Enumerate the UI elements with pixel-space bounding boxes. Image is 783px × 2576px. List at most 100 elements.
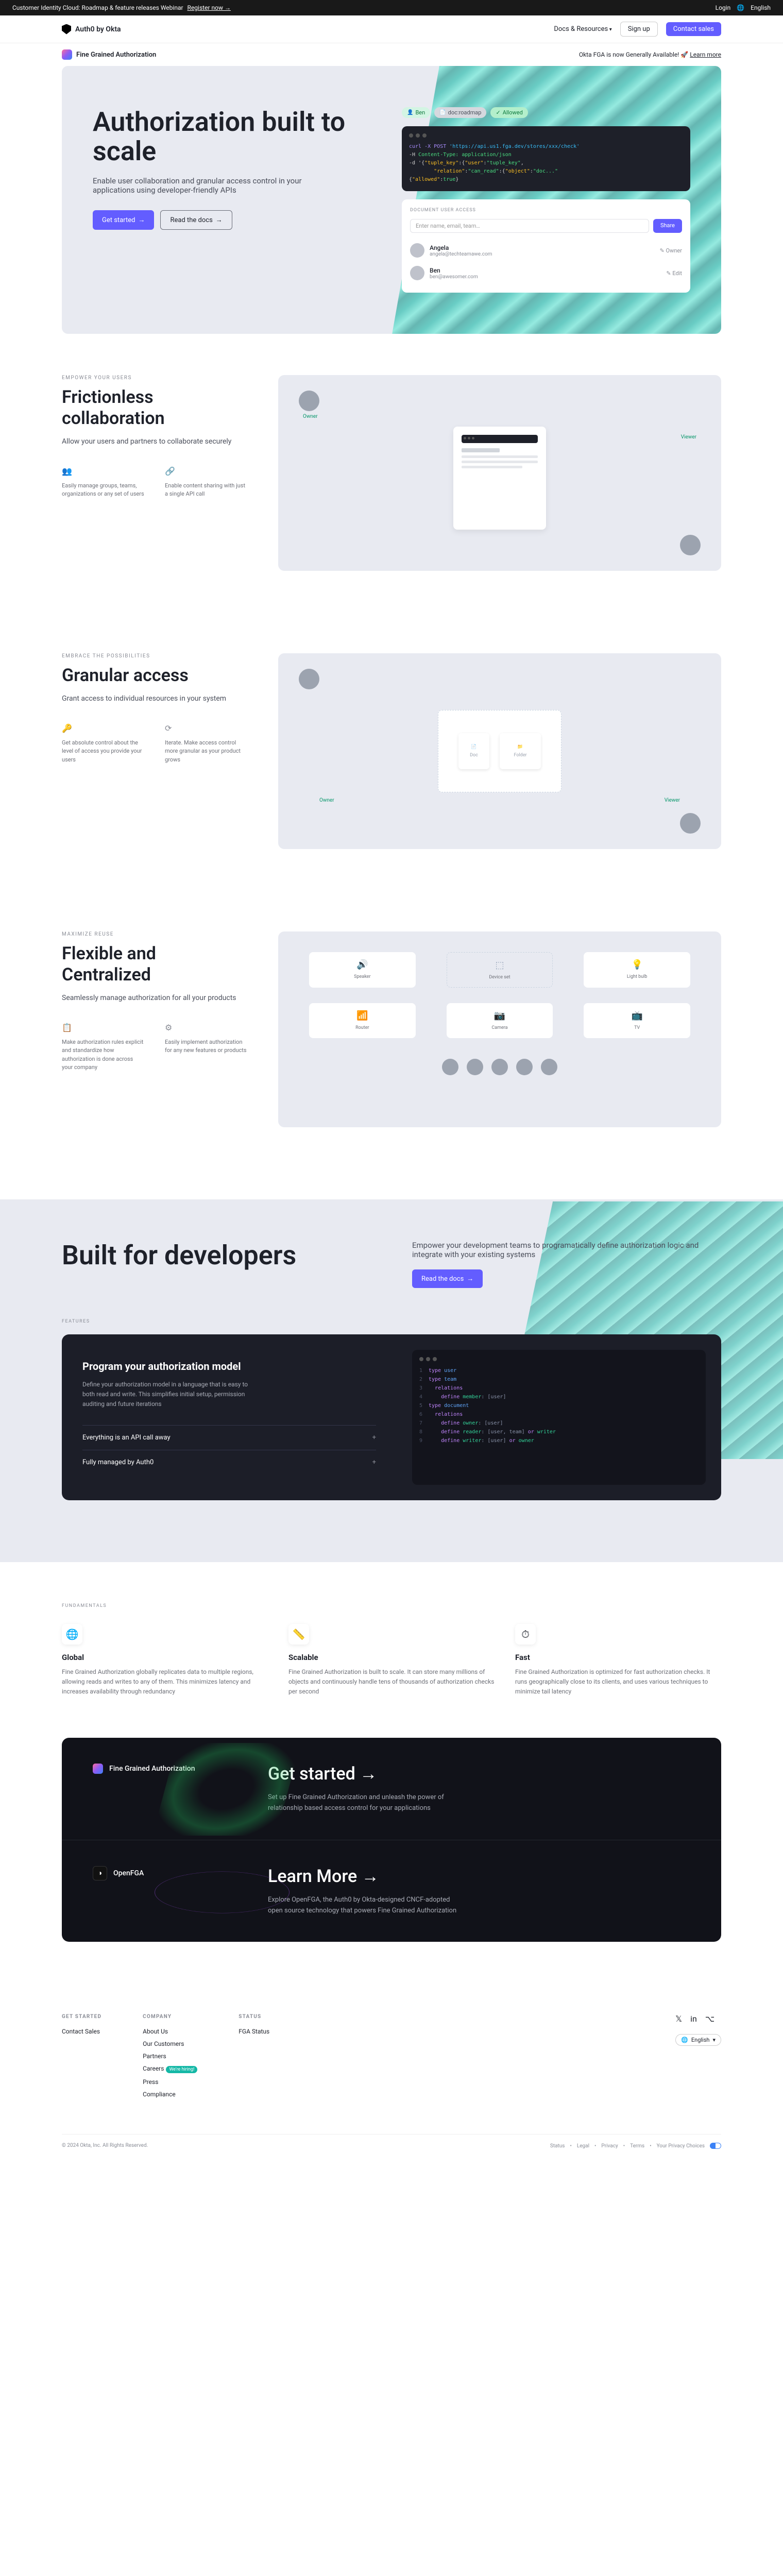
diagram-iot: 🔊Speaker ⬚Device set 💡Light bulb 📶Router… xyxy=(278,931,721,1127)
footer-status: Status FGA Status xyxy=(239,2014,269,2103)
iot-light: 💡Light bulb xyxy=(584,952,690,988)
fundamentals-section: Fundamentals 🌐 Global Fine Grained Autho… xyxy=(0,1562,783,1738)
pill-allowed: Allowed xyxy=(490,107,527,118)
folder-card: 📁Folder xyxy=(500,733,541,769)
avatar-icon xyxy=(410,243,424,258)
fund-fast: ⏱ Fast Fine Grained Authorization is opt… xyxy=(515,1624,721,1697)
iot-camera: 📷Camera xyxy=(447,1003,553,1038)
avatar-icon xyxy=(491,1059,508,1075)
avatar-owner xyxy=(299,669,319,689)
brand-text: Auth0 by Okta xyxy=(75,25,121,33)
careers-link[interactable]: CareersWe're hiring! xyxy=(143,2065,197,2073)
avatar-icon xyxy=(410,266,424,280)
read-docs-button[interactable]: Read the docs → xyxy=(160,210,232,230)
copyright: © 2024 Okta, Inc. All Rights Reserved. xyxy=(62,2143,148,2149)
login-link[interactable]: Login xyxy=(716,4,731,11)
subnav-announcement: Okta FGA is now Generally Available! 🚀 L… xyxy=(579,51,721,58)
hero-title: Authorization built to scale xyxy=(93,107,381,166)
compliance-link[interactable]: Compliance xyxy=(143,2091,197,2098)
banner-register-link[interactable]: Register now → xyxy=(188,4,231,11)
cta-get-started: Get started xyxy=(268,1764,690,1784)
docs-dropdown[interactable]: Docs & Resources xyxy=(554,25,611,33)
avatar-viewer xyxy=(680,535,701,555)
doc-card: 📄Doc xyxy=(458,733,489,769)
customers-link[interactable]: Our Customers xyxy=(143,2040,197,2047)
fga-status-link[interactable]: FGA Status xyxy=(239,2028,269,2035)
share-button[interactable]: Share xyxy=(653,219,682,233)
feature-granular: Embrace The Possibilities Granular acces… xyxy=(0,612,783,890)
language-selector[interactable]: 🌐 English ▾ xyxy=(675,2034,721,2046)
dev-title: Built for developers xyxy=(62,1241,371,1288)
fast-icon: ⏱ xyxy=(515,1624,536,1645)
privacy-link[interactable]: Privacy xyxy=(601,2143,618,2149)
about-link[interactable]: About Us xyxy=(143,2028,197,2035)
eyebrow: Maximize Reuse xyxy=(62,931,247,937)
rules-icon: 📋 xyxy=(62,1023,72,1033)
iot-device-set: ⬚Device set xyxy=(447,952,553,988)
feature-desc: Seamlessly manage authorization for all … xyxy=(62,994,247,1002)
access-card: DOCUMENT USER ACCESS Enter name, email, … xyxy=(402,199,690,293)
cta-fga[interactable]: Fine Grained Authorization Get started S… xyxy=(62,1738,721,1840)
avatar-owner xyxy=(299,391,319,411)
folder-group: 📄Doc 📁Folder xyxy=(438,710,561,792)
avatar-icon xyxy=(467,1059,483,1075)
privacy-choices-link[interactable]: Your Privacy Choices xyxy=(657,2143,705,2149)
hero-subtitle: Enable user collaboration and granular a… xyxy=(93,176,309,195)
partners-link[interactable]: Partners xyxy=(143,2053,197,2060)
dev-card: Program your authorization model Define … xyxy=(62,1334,721,1500)
search-input[interactable]: Enter name, email, team… xyxy=(410,219,649,233)
lang-label[interactable]: English xyxy=(751,4,771,11)
get-started-button[interactable]: Get started → xyxy=(93,210,154,230)
accordion-api[interactable]: Everything is an API call away xyxy=(82,1425,376,1450)
feature-flexible: Maximize Reuse Flexible and Centralized … xyxy=(0,890,783,1168)
key-icon: 🔑 xyxy=(62,723,72,734)
linkedin-icon[interactable]: in xyxy=(690,2014,697,2024)
status-link[interactable]: Status xyxy=(550,2143,565,2149)
fund-scalable: 📏 Scalable Fine Grained Authorization is… xyxy=(288,1624,495,1697)
subnav-title: Fine Grained Authorization xyxy=(76,51,156,59)
users-icon: 👥 xyxy=(62,466,72,477)
openfga-icon: ◑ xyxy=(93,1866,107,1880)
cta-openfga[interactable]: ◑ OpenFGA Learn More Explore OpenFGA, th… xyxy=(62,1840,721,1942)
user-row: Benben@awesomer.com ✎ Edit xyxy=(410,262,682,284)
dev-docs-button[interactable]: Read the docs → xyxy=(412,1269,483,1288)
contact-sales-link[interactable]: Contact Sales xyxy=(62,2028,101,2035)
globe-icon: 🌐 xyxy=(737,4,744,11)
features-label: Features xyxy=(62,1319,721,1324)
pill-user: Ben xyxy=(402,107,430,118)
diagram-collab: Owner Viewer xyxy=(278,375,721,571)
fga-icon xyxy=(93,1764,103,1774)
twitter-icon[interactable]: 𝕏 xyxy=(675,2014,682,2024)
legal-link[interactable]: Legal xyxy=(577,2143,589,2149)
document-icon xyxy=(453,427,546,530)
feature-collaboration: Empower Your Users Frictionless collabor… xyxy=(0,334,783,612)
github-icon[interactable]: ⌥ xyxy=(705,2014,714,2024)
dev-card-title: Program your authorization model xyxy=(82,1360,376,1372)
accordion-managed[interactable]: Fully managed by Auth0 xyxy=(82,1450,376,1475)
footer-company: Company About Us Our Customers Partners … xyxy=(143,2014,197,2103)
hiring-badge: We're hiring! xyxy=(166,2066,197,2073)
global-icon: 🌐 xyxy=(62,1624,82,1645)
feature-title: Frictionless collaboration xyxy=(62,387,247,429)
learn-more-link[interactable]: Learn more xyxy=(690,51,721,58)
terms-link[interactable]: Terms xyxy=(630,2143,644,2149)
pill-row: Ben doc:roadmap Allowed xyxy=(402,107,690,118)
iot-speaker: 🔊Speaker xyxy=(309,952,416,988)
brand-logo[interactable]: Auth0 by Okta xyxy=(62,24,121,35)
developers-section: Built for developers Empower your develo… xyxy=(0,1199,783,1562)
avatar-icon xyxy=(516,1059,533,1075)
iot-router: 📶Router xyxy=(309,1003,416,1038)
banner-text: Customer Identity Cloud: Roadmap & featu… xyxy=(12,4,183,11)
eyebrow: Embrace The Possibilities xyxy=(62,653,247,659)
terminal: curl -X POST 'https://api.us1.fga.dev/st… xyxy=(402,126,690,191)
role-edit[interactable]: ✎ Edit xyxy=(666,270,682,277)
signup-button[interactable]: Sign up xyxy=(620,22,658,37)
contact-sales-button[interactable]: Contact sales xyxy=(666,22,721,36)
role-owner[interactable]: ✎ Owner xyxy=(660,247,682,254)
pill-doc: doc:roadmap xyxy=(434,107,486,118)
press-link[interactable]: Press xyxy=(143,2078,197,2086)
dev-subtitle: Empower your development teams to progra… xyxy=(412,1241,721,1259)
sub-nav: Fine Grained Authorization Okta FGA is n… xyxy=(0,43,783,66)
feature-desc: Allow your users and partners to collabo… xyxy=(62,437,247,446)
iot-tv: 📺TV xyxy=(584,1003,690,1038)
